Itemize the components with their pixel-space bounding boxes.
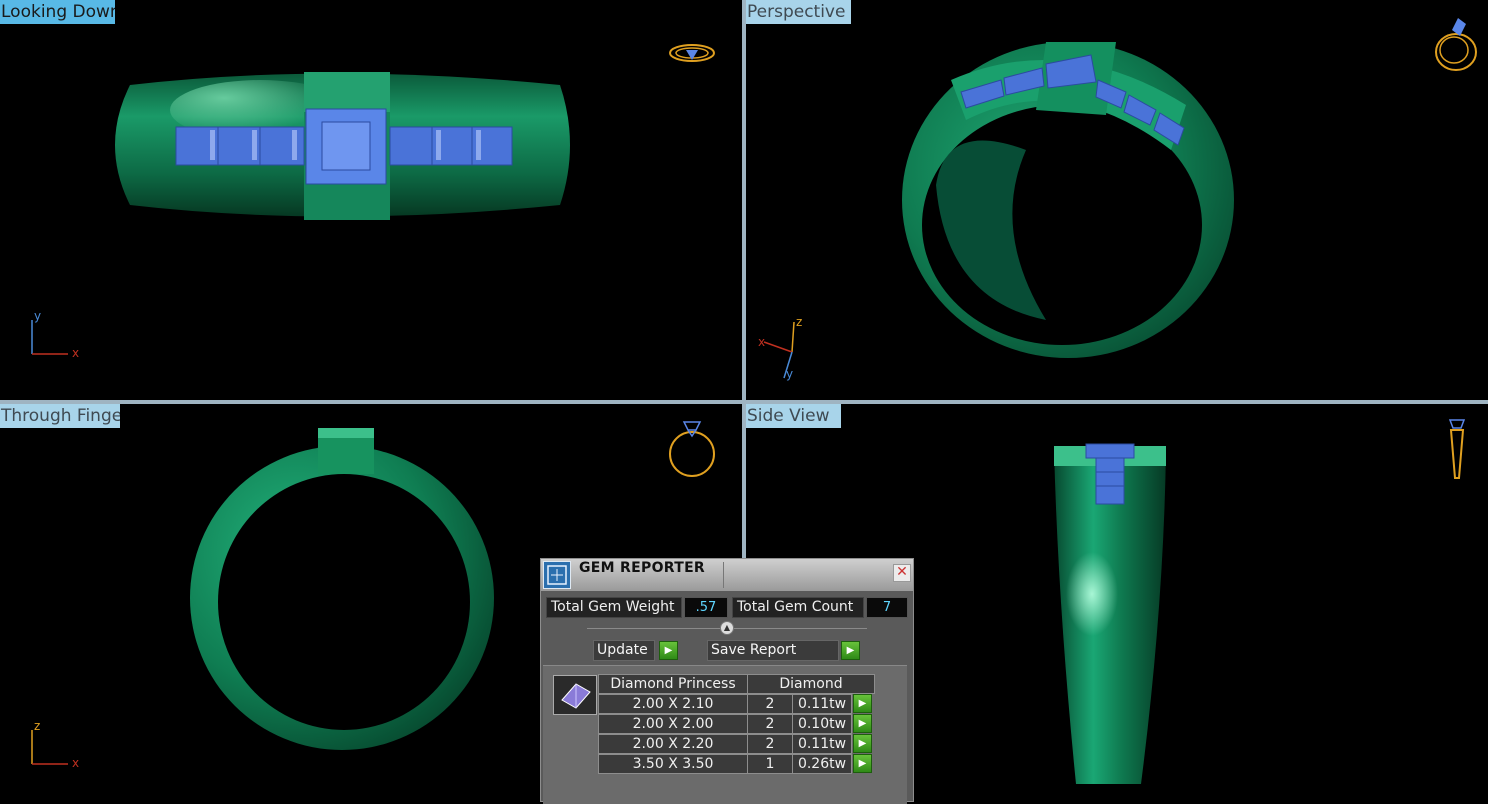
axis-label-x: x xyxy=(72,346,79,360)
gem-weight-cell: 0.11tw xyxy=(792,694,852,714)
viewport-title[interactable]: Perspective xyxy=(746,0,851,24)
gem-reporter-titlebar[interactable]: GEM REPORTER ✕ xyxy=(541,559,913,591)
close-button[interactable]: ✕ xyxy=(893,564,911,582)
titlebar-separator xyxy=(723,562,724,588)
viewport-title[interactable]: Looking Down xyxy=(0,0,115,24)
axis-triad: z x y xyxy=(758,315,802,381)
gem-weight-cell: 0.11tw xyxy=(792,734,852,754)
viewport-perspective[interactable]: Perspective z x y xyxy=(746,0,1488,400)
view-cube-icon[interactable] xyxy=(666,416,718,482)
table-header-shape: Diamond Princess xyxy=(598,674,748,694)
gem-count-cell: 2 xyxy=(747,694,793,714)
gem-table: Diamond Princess Diamond 2.00 X 2.10 2 0… xyxy=(543,665,907,804)
total-gem-count-value: 7 xyxy=(866,597,908,618)
total-gem-weight-label: Total Gem Weight xyxy=(546,597,682,618)
update-go-icon[interactable]: ▶ xyxy=(659,641,678,660)
gem-weight-cell: 0.26tw xyxy=(792,754,852,774)
gem-size-cell: 3.50 X 3.50 xyxy=(598,754,748,774)
save-report-go-icon[interactable]: ▶ xyxy=(841,641,860,660)
axis-label-x: x xyxy=(758,335,765,349)
gem-count-cell: 2 xyxy=(747,734,793,754)
gem-count-cell: 1 xyxy=(747,754,793,774)
viewport-divider-horizontal[interactable] xyxy=(0,400,1488,404)
axis-triad: z x xyxy=(31,719,79,770)
total-gem-weight-value: .57 xyxy=(684,597,728,618)
gem-thumbnail-icon[interactable] xyxy=(553,675,597,715)
gem-count-cell: 2 xyxy=(747,714,793,734)
axis-label-y: y xyxy=(786,367,793,381)
save-report-button[interactable]: Save Report xyxy=(707,640,839,661)
axis-label-z: z xyxy=(34,719,40,733)
view-cube-icon[interactable] xyxy=(666,38,718,68)
row-go-icon[interactable]: ▶ xyxy=(853,694,872,713)
gem-reporter-app-icon xyxy=(543,561,571,589)
view-cube-icon[interactable] xyxy=(1442,416,1472,482)
gem-size-cell: 2.00 X 2.00 xyxy=(598,714,748,734)
viewport-title[interactable]: Through Finger xyxy=(0,404,120,428)
row-go-icon[interactable]: ▶ xyxy=(853,714,872,733)
gem-weight-cell: 0.10tw xyxy=(792,714,852,734)
axis-label-y: y xyxy=(34,309,41,323)
collapse-toggle-icon[interactable]: ▲ xyxy=(720,621,734,635)
row-go-icon[interactable]: ▶ xyxy=(853,734,872,753)
gem-reporter-title: GEM REPORTER xyxy=(579,560,706,576)
viewport-title[interactable]: Side View xyxy=(746,404,841,428)
update-button[interactable]: Update xyxy=(593,640,655,661)
axis-triad: y x xyxy=(31,309,79,360)
gem-reporter-panel: GEM REPORTER ✕ Total Gem Weight .57 Tota… xyxy=(540,558,914,804)
row-go-icon[interactable]: ▶ xyxy=(853,754,872,773)
gem-size-cell: 2.00 X 2.10 xyxy=(598,694,748,714)
ring-perspective-view xyxy=(902,42,1234,358)
table-header-type: Diamond xyxy=(747,674,875,694)
view-cube-icon[interactable] xyxy=(1430,14,1482,74)
viewport-looking-down[interactable]: Looking Down y x xyxy=(0,0,742,400)
axis-label-z: z xyxy=(796,315,802,329)
total-gem-count-label: Total Gem Count xyxy=(732,597,864,618)
ring-top-view xyxy=(115,72,570,220)
axis-label-x: x xyxy=(72,756,79,770)
gem-size-cell: 2.00 X 2.20 xyxy=(598,734,748,754)
